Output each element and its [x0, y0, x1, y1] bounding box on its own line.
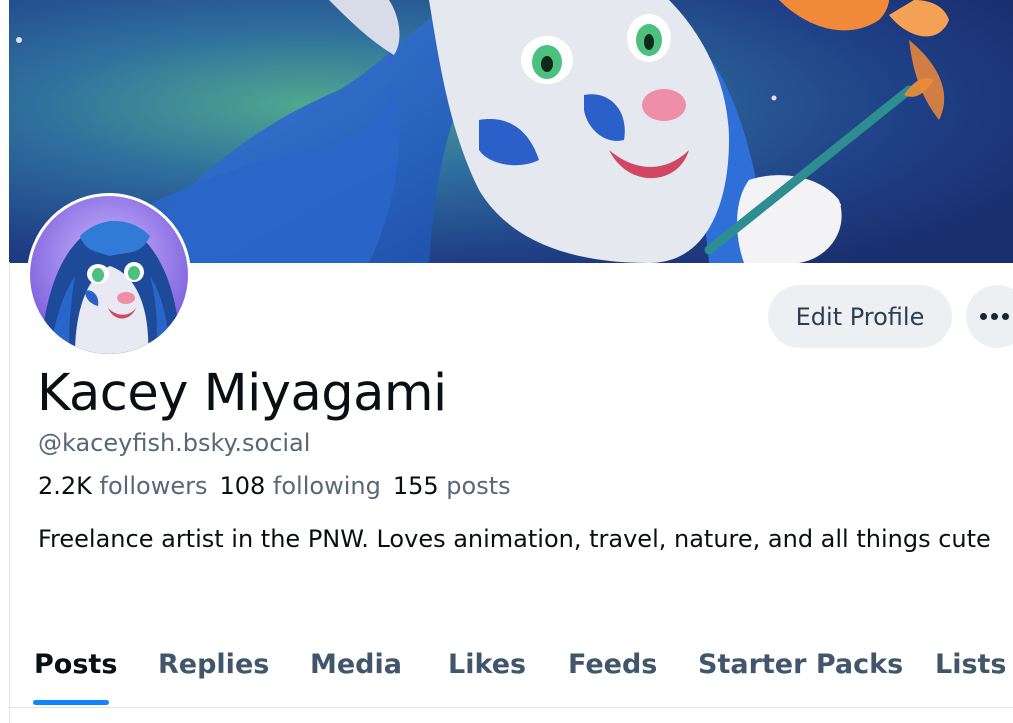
tab-starter-packs[interactable]: Starter Packs	[698, 633, 903, 707]
more-horizontal-icon	[980, 313, 1013, 320]
profile-handle: @kaceyfish.bsky.social	[38, 429, 311, 457]
posts-label: posts	[446, 472, 511, 500]
profile-stats: 2.2K followers 108 following 155 posts	[38, 469, 523, 503]
profile-display-name: Kacey Miyagami	[37, 364, 447, 423]
more-options-button[interactable]	[966, 285, 1013, 348]
following-label: following	[272, 472, 381, 500]
tab-likes[interactable]: Likes	[448, 633, 526, 707]
edit-profile-button[interactable]: Edit Profile	[768, 285, 952, 348]
followers-count: 2.2K	[38, 472, 92, 500]
following-stat[interactable]: 108 following	[219, 469, 380, 503]
active-tab-indicator	[33, 700, 109, 705]
tab-feeds[interactable]: Feeds	[568, 633, 657, 707]
tab-media[interactable]: Media	[310, 633, 402, 707]
posts-count: 155	[392, 472, 439, 500]
tab-replies[interactable]: Replies	[158, 633, 269, 707]
profile-avatar[interactable]	[27, 193, 191, 357]
following-count: 108	[219, 472, 266, 500]
profile-bio: Freelance artist in the PNW. Loves anima…	[38, 525, 991, 553]
profile-page: Edit Profile Kacey Miyagami @kaceyfish.b…	[0, 0, 1013, 723]
followers-label: followers	[99, 472, 208, 500]
tab-posts[interactable]: Posts	[34, 633, 117, 707]
tab-lists[interactable]: Lists	[935, 633, 1007, 707]
followers-stat[interactable]: 2.2K followers	[38, 469, 207, 503]
posts-stat: 155 posts	[393, 469, 511, 503]
profile-tabs: Posts Replies Media Likes Feeds Starter …	[10, 633, 1013, 708]
